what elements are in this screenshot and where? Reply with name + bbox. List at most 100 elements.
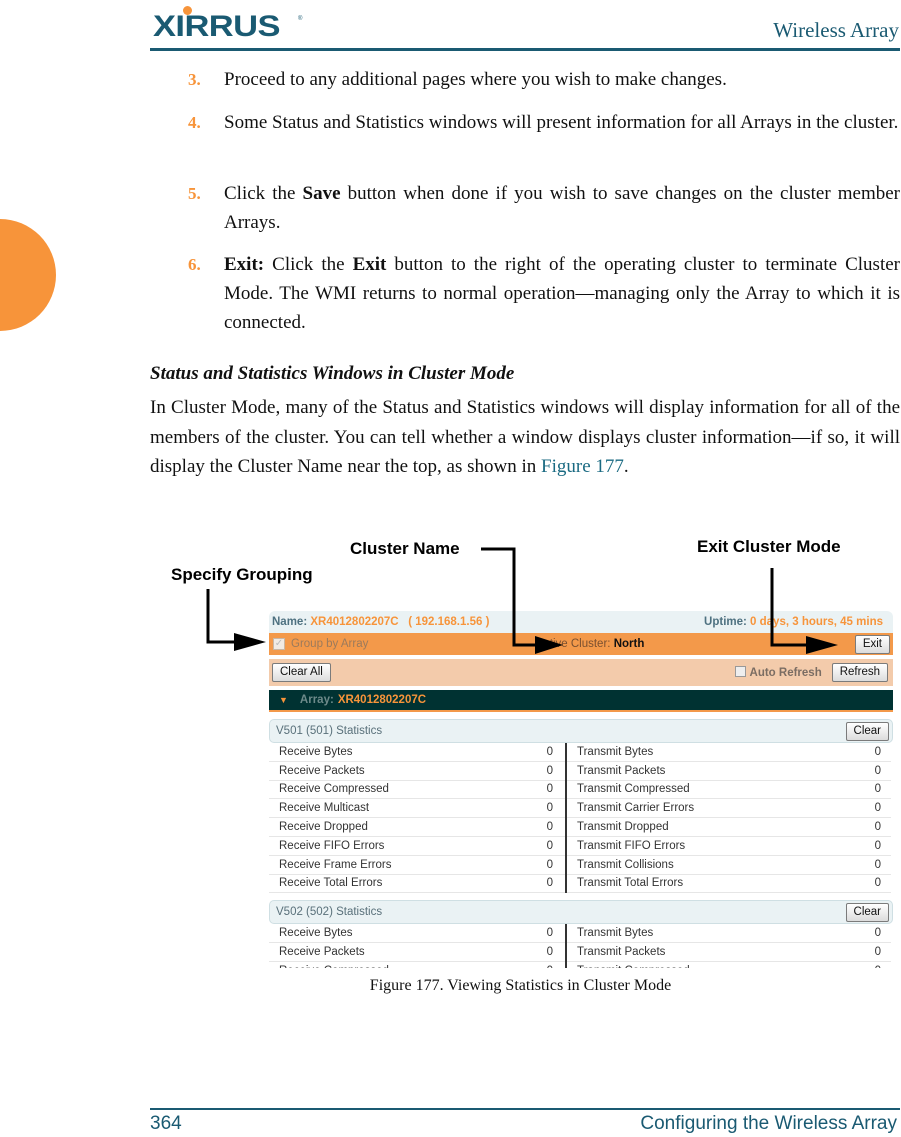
stat-row: Transmit Collisions 0 [567, 856, 891, 875]
stat-value: 0 [875, 965, 881, 968]
stat-label: Receive Packets [279, 946, 365, 959]
stat-value: 0 [546, 858, 553, 871]
paragraph-text-end: . [623, 456, 629, 477]
refresh-button[interactable]: Refresh [831, 663, 888, 682]
figure-link[interactable]: Figure 177 [541, 456, 624, 477]
stat-row: Receive Frame Errors 0 [269, 856, 565, 875]
step-bold-lead: Exit: [224, 254, 265, 275]
stat-label: Receive Total Errors [279, 877, 383, 890]
stat-value: 0 [547, 965, 553, 968]
stat-label: Receive Bytes [279, 745, 353, 758]
stat-row: Transmit Total Errors 0 [567, 875, 891, 894]
uptime-label: Uptime: [704, 616, 747, 628]
stat-row: Transmit Packets 0 [567, 943, 891, 962]
grouping-leader-line [206, 589, 235, 644]
stat-row: Receive Compressed 0 [269, 962, 565, 968]
group-by-array-checkbox[interactable]: ✓ [273, 638, 285, 650]
toolbar: Clear All Auto Refresh Refresh [269, 659, 893, 686]
stat-value: 0 [874, 946, 881, 959]
stat-value: 0 [546, 877, 553, 890]
stat-value: 0 [874, 877, 881, 890]
auto-refresh-checkbox[interactable] [734, 666, 746, 677]
stats-table-header: V501 (501) Statistics Clear [269, 719, 893, 743]
receive-column: Receive Bytes 0 Receive Packets0Receive Co… [269, 743, 565, 894]
step-3: 3. Proceed to any additional pages where… [188, 65, 900, 94]
header-rule [150, 48, 900, 51]
stat-label: Receive Bytes [279, 927, 353, 940]
stat-row: Receive Packets 0 [269, 943, 565, 962]
running-header-title: Wireless Array [773, 18, 899, 42]
stat-value: 0 [874, 783, 881, 796]
step-number: 3. [188, 70, 201, 89]
stat-value: 0 [874, 858, 881, 871]
step-number: 4. [188, 113, 201, 132]
stat-row: Transmit Carrier Errors 0 [567, 799, 891, 819]
step-text: Proceed to any additional pages where yo… [224, 69, 727, 90]
callout-exit-cluster-mode: Exit Cluster Mode [697, 537, 841, 556]
uptime-value: 0 days, 3 hours, 45 mins [750, 616, 883, 628]
stat-label: Transmit Bytes [577, 927, 654, 940]
stat-row: Transmit FIFO Errors 0 [567, 837, 891, 856]
stat-value: 0 [874, 745, 881, 758]
stat-row: Receive Multicast 0 [269, 799, 565, 819]
stat-value: 0 [874, 764, 881, 777]
stat-row: Transmit Packets 0 [567, 762, 891, 781]
grouping-arrowhead [234, 633, 266, 651]
array-value: XR4012802207C [337, 694, 427, 706]
figure-caption: Figure 177. Viewing Statistics in Cluste… [369, 977, 672, 994]
auto-refresh-control[interactable]: Auto Refresh [734, 666, 822, 679]
callout-specify-grouping: Specify Grouping [171, 565, 313, 584]
stat-label: Transmit Total Errors [577, 877, 684, 890]
stat-value: 0 [546, 927, 553, 940]
stat-label: Transmit Packets [577, 764, 666, 777]
stats-table-title: V502 (502) Statistics [276, 906, 383, 919]
page-number: 364 [150, 1113, 182, 1134]
stat-row: Receive Bytes 0 [269, 743, 565, 762]
paragraph-text: In Cluster Mode, many of the Status and … [150, 397, 900, 477]
array-info-bar: Name: XR4012802207C ( 192.168.1.56 ) Upt… [269, 611, 893, 633]
stat-row: Receive Packets 0 [269, 762, 565, 781]
stat-value: 0 [546, 745, 553, 758]
collapse-triangle-icon[interactable]: ▼ [279, 695, 288, 705]
transmit-column: Transmit Bytes0Transmit Packets0Transmit… [565, 743, 891, 894]
step-text: Exit: Click the Exit button to the right… [224, 250, 900, 337]
step-text: Some Status and Statistics windows will … [224, 112, 899, 133]
stat-label: Transmit FIFO Errors [577, 839, 686, 852]
registered-mark: ® [298, 16, 303, 22]
step-number: 6. [188, 255, 201, 274]
stat-row: Transmit Bytes 0 [567, 924, 891, 944]
step-6: 6. Exit: Click the Exit button to the ri… [188, 250, 900, 337]
uptime-group: Uptime: 0 days, 3 hours, 45 mins [704, 616, 883, 628]
stat-label: Transmit Collisions [577, 858, 674, 871]
section-heading: Status and Statistics Windows in Cluster… [150, 363, 515, 384]
stat-label: Receive Multicast [279, 802, 370, 815]
group-by-array-label: Group by Array [291, 638, 369, 650]
stat-label: Transmit Compressed [577, 783, 690, 796]
stats-table: Receive Bytes 0 Receive Packets0Receive Co… [269, 743, 893, 894]
footer-chapter-title: Configuring the Wireless Array [640, 1113, 897, 1134]
clear-all-button[interactable]: Clear All [272, 663, 331, 682]
stat-value: 0 [546, 821, 553, 834]
clear-button[interactable]: Clear [845, 721, 889, 741]
step-text-pre: Click the [264, 254, 353, 275]
stat-value: 0 [546, 839, 553, 852]
cluster-bar: ✓ Group by Array Active Cluster: North E… [269, 633, 893, 655]
stat-label: Receive Compressed [279, 965, 389, 968]
stat-row: Transmit Compressed 0 [567, 781, 891, 800]
array-ip-value: ( 192.168.1.56 ) [408, 616, 490, 628]
array-group-header[interactable]: ▼ Array: XR4012802207C [269, 690, 893, 712]
cluster-statistics-screenshot: Name: XR4012802207C ( 192.168.1.56 ) Upt… [269, 611, 893, 968]
stat-label: Transmit Carrier Errors [577, 802, 695, 815]
exit-button[interactable]: Exit [854, 634, 890, 654]
array-name-group: Name: XR4012802207C ( 192.168.1.56 ) [272, 616, 489, 628]
stat-value: 0 [874, 802, 881, 815]
group-by-array-control[interactable]: ✓ Group by Array Active Cluster: North [273, 638, 644, 650]
stat-label: Receive Frame Errors [279, 858, 392, 871]
stat-label: Transmit Compressed [577, 965, 690, 968]
logo-dot-icon [183, 6, 192, 15]
section-paragraph: In Cluster Mode, many of the Status and … [150, 393, 900, 482]
clear-button[interactable]: Clear [845, 902, 889, 922]
array-name-value: XR4012802207C [310, 616, 399, 628]
stat-row: Transmit Dropped 0 [567, 818, 891, 837]
stat-row: Receive Compressed 0 [269, 781, 565, 800]
